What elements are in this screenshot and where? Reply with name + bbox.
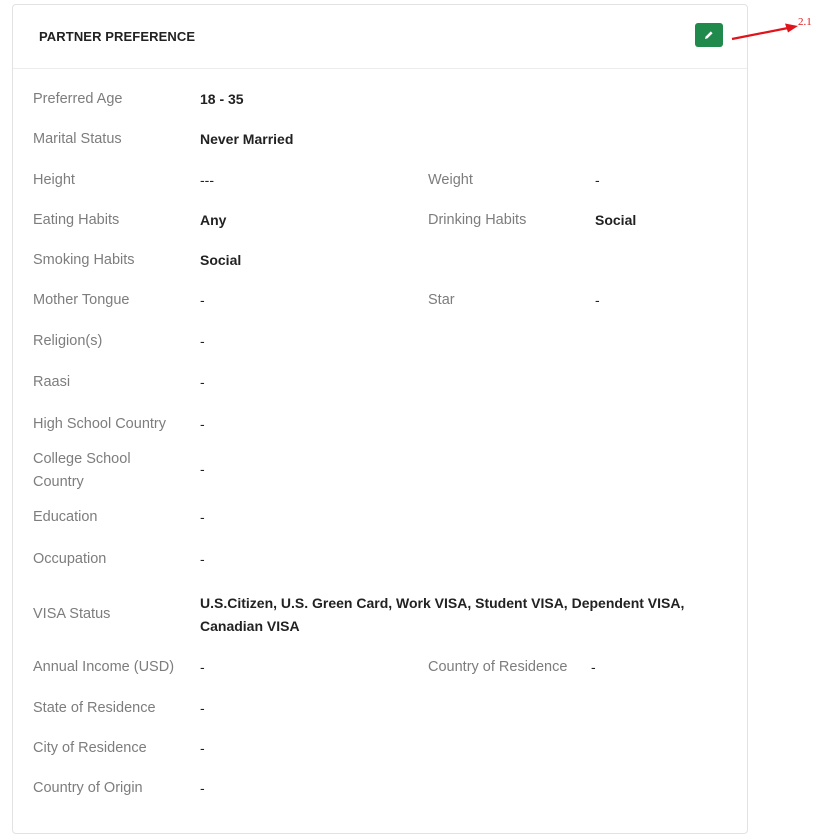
height-label: Height — [33, 172, 75, 188]
city-of-residence-value: - — [200, 740, 205, 756]
eating-habits-label: Eating Habits — [33, 212, 120, 228]
visa-status-label: VISA Status — [33, 606, 111, 622]
preferred-age-label: Preferred Age — [33, 91, 123, 107]
mother-tongue-label: Mother Tongue — [33, 292, 130, 308]
smoking-habits-value: Social — [200, 252, 242, 268]
pencil-icon — [705, 31, 713, 39]
raasi-label: Raasi — [33, 374, 71, 390]
state-of-residence-value: - — [200, 700, 205, 716]
drinking-habits-label: Drinking Habits — [428, 212, 527, 228]
country-of-origin-value: - — [200, 780, 205, 796]
height-value: --- — [200, 172, 214, 188]
annotation-arrow-icon — [731, 23, 798, 41]
city-of-residence-label: City of Residence — [33, 740, 147, 756]
panel-title: PARTNER PREFERENCE — [39, 29, 196, 44]
country-of-origin-label: Country of Origin — [33, 780, 143, 796]
college-school-country-label-line2: Country — [33, 474, 84, 490]
education-label: Education — [33, 509, 98, 525]
visa-status-value-line1: U.S.Citizen, U.S. Green Card, Work VISA,… — [200, 595, 685, 611]
weight-label: Weight — [428, 172, 473, 188]
education-value: - — [200, 509, 205, 525]
college-school-country-value: - — [200, 461, 205, 477]
annual-income-value: - — [200, 659, 205, 675]
state-of-residence-label: State of Residence — [33, 700, 156, 716]
raasi-value: - — [200, 374, 205, 390]
religions-label: Religion(s) — [33, 333, 103, 349]
partner-preference-card: PARTNER PREFERENCE Preferred Age 18 - 35… — [12, 4, 748, 834]
visa-status-value-line2: Canadian VISA — [200, 618, 300, 634]
smoking-habits-label: Smoking Habits — [33, 252, 135, 268]
occupation-label: Occupation — [33, 551, 107, 567]
occupation-value: - — [200, 551, 205, 567]
eating-habits-value: Any — [200, 212, 227, 228]
religions-value: - — [200, 333, 205, 349]
weight-value: - — [595, 172, 600, 188]
star-label: Star — [428, 292, 455, 308]
country-of-residence-label: Country of Residence — [428, 659, 568, 675]
marital-status-label: Marital Status — [33, 131, 122, 147]
country-of-residence-value: - — [591, 659, 596, 675]
drinking-habits-value: Social — [595, 212, 637, 228]
college-school-country-label-line1: College School — [33, 451, 131, 467]
card-header: PARTNER PREFERENCE — [13, 5, 747, 69]
edit-button[interactable] — [695, 23, 723, 47]
star-value: - — [595, 292, 600, 308]
high-school-country-label: High School Country — [33, 416, 166, 432]
mother-tongue-value: - — [200, 292, 205, 308]
marital-status-value: Never Married — [200, 131, 294, 147]
annotation-label: 2.1 — [798, 16, 812, 28]
high-school-country-value: - — [200, 416, 205, 432]
annual-income-label: Annual Income (USD) — [33, 659, 175, 675]
preferred-age-value: 18 - 35 — [200, 91, 244, 107]
